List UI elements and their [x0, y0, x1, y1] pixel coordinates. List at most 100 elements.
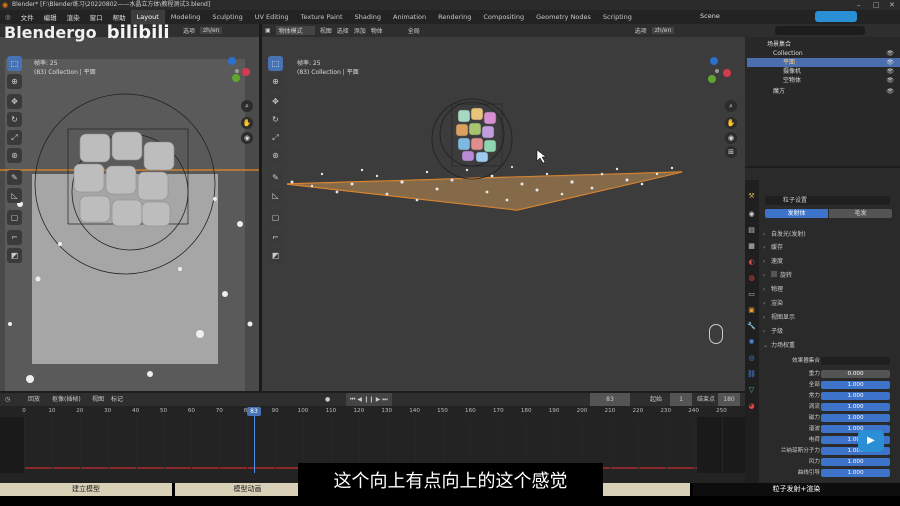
field-weight-value[interactable]: 1.000: [821, 381, 890, 389]
field-weight-value[interactable]: 1.000: [821, 469, 890, 477]
close-icon[interactable]: ✕: [889, 0, 895, 10]
select-box-tool[interactable]: ⬚: [268, 56, 283, 71]
tab-sculpting[interactable]: Sculpting: [206, 10, 248, 24]
right-viewport[interactable]: ▣ 物体模式 视图 选择 添加 物体 全局 选项 zh/en 帧率: 25 (8…: [262, 24, 745, 391]
zoom-icon[interactable]: ⌕: [725, 100, 737, 112]
data-tab-icon[interactable]: ▽: [747, 386, 756, 395]
extrude-tool[interactable]: ⌐: [268, 230, 283, 245]
visibility-icon[interactable]: 👁: [886, 49, 894, 58]
outliner-item-empty[interactable]: 空物体 👁: [747, 76, 900, 85]
navigation-gizmo[interactable]: [222, 56, 252, 86]
scene-tab-icon[interactable]: ◐: [747, 258, 756, 267]
outliner-item-cube[interactable]: 魔方 👁: [747, 87, 900, 96]
view-layer-tab-icon[interactable]: ▦: [747, 242, 756, 251]
pan-hand-icon[interactable]: ✋: [725, 117, 737, 129]
field-weight-value[interactable]: 1.000: [821, 414, 890, 422]
outliner-item-plane[interactable]: 平面 👁: [747, 58, 900, 67]
playback-controls[interactable]: ⏮ ◀ ❙❙ ▶ ⏭: [346, 393, 392, 406]
playhead-label[interactable]: 83: [247, 407, 261, 416]
tab-hair[interactable]: 毛发: [829, 209, 892, 218]
navigation-gizmo[interactable]: [702, 56, 732, 86]
outliner-item-scene-collection[interactable]: 场景集合: [747, 40, 900, 49]
extrude-tool[interactable]: ⌐: [7, 230, 22, 245]
section-physics[interactable]: › 物理: [763, 285, 893, 294]
camera-view-icon[interactable]: ◉: [241, 132, 253, 144]
record-icon[interactable]: ●: [325, 393, 330, 406]
add-cube-tool[interactable]: ▢: [7, 210, 22, 225]
material-tab-icon[interactable]: ◕: [747, 402, 756, 411]
scale-tool[interactable]: ⤢: [268, 130, 283, 145]
menu-keying[interactable]: 抠像(插帧): [52, 393, 81, 406]
section-rotation[interactable]: › 旋转: [763, 271, 893, 280]
zoom-icon[interactable]: ⌕: [241, 100, 253, 112]
grid-view-icon[interactable]: ⊞: [725, 146, 737, 158]
chapter-particles-render[interactable]: 粒子发射+渲染: [693, 483, 900, 496]
tab-modeling[interactable]: Modeling: [165, 10, 207, 24]
transform-tool[interactable]: ⊛: [268, 148, 283, 163]
cursor-tool[interactable]: ⊕: [268, 74, 283, 89]
visibility-icon[interactable]: 👁: [886, 76, 894, 85]
measure-tool[interactable]: ◺: [268, 188, 283, 203]
physics-tab-icon[interactable]: ◎: [747, 354, 756, 363]
tab-shading[interactable]: Shading: [349, 10, 387, 24]
tab-animation[interactable]: Animation: [387, 10, 432, 24]
timeline-editor-icon[interactable]: ◷: [5, 393, 10, 406]
rotation-checkbox[interactable]: [771, 271, 777, 277]
bilibili-tv-icon[interactable]: ▶: [858, 430, 884, 452]
menu-render[interactable]: 渲染: [62, 12, 85, 22]
scene-selector[interactable]: Scene: [700, 12, 720, 20]
visibility-icon[interactable]: 👁: [886, 58, 894, 67]
menu-playback[interactable]: 回放: [28, 393, 40, 406]
current-frame-field[interactable]: 83: [590, 393, 630, 406]
particle-settings-field[interactable]: 粒子设置: [765, 196, 890, 205]
effector-collection-field[interactable]: [821, 357, 890, 365]
constraints-tab-icon[interactable]: ⛓: [747, 370, 756, 379]
section-children[interactable]: › 子级: [763, 327, 893, 336]
rotate-tool[interactable]: ↻: [7, 112, 22, 127]
tab-scripting[interactable]: Scripting: [597, 10, 638, 24]
output-tab-icon[interactable]: ▤: [747, 226, 756, 235]
menu-file[interactable]: 文件: [16, 12, 39, 22]
select-box-tool[interactable]: ⬚: [7, 56, 22, 71]
menu-marker[interactable]: 标记: [111, 393, 123, 406]
camera-view-icon[interactable]: ◉: [725, 132, 737, 144]
world-tab-icon[interactable]: ◍: [747, 274, 756, 283]
modifier-tab-icon[interactable]: 🔧: [747, 322, 756, 331]
field-weight-value[interactable]: 1.000: [821, 403, 890, 411]
rotate-tool[interactable]: ↻: [268, 112, 283, 127]
field-weight-value[interactable]: 0.000: [821, 370, 890, 378]
render-tab-icon[interactable]: ◉: [747, 210, 756, 219]
outliner-search-input[interactable]: [775, 26, 865, 35]
left-viewport[interactable]: 选项 zh/en 帧率: 25 (83) Collection | 平面 ⬚ ⊕…: [0, 24, 259, 391]
tab-rendering[interactable]: Rendering: [432, 10, 477, 24]
measure-tool[interactable]: ◺: [7, 188, 22, 203]
inset-tool[interactable]: ◩: [268, 248, 283, 263]
maximize-icon[interactable]: □: [873, 0, 880, 10]
pan-hand-icon[interactable]: ✋: [241, 117, 253, 129]
section-emission[interactable]: › 自发光(发射): [763, 230, 893, 239]
section-cache[interactable]: › 缓存: [763, 243, 893, 252]
start-frame-field[interactable]: 1: [670, 393, 692, 406]
field-weight-value[interactable]: 1.000: [821, 392, 890, 400]
add-cube-tool[interactable]: ▢: [268, 210, 283, 225]
tab-emitter[interactable]: 发射体: [765, 209, 828, 218]
blender-menu-icon[interactable]: ◎: [0, 13, 16, 21]
tab-uv-editing[interactable]: UV Editing: [249, 10, 295, 24]
bilibili-follow-badge[interactable]: [815, 11, 857, 22]
tool-tab-icon[interactable]: ⚒: [747, 192, 756, 201]
end-frame-field[interactable]: 180: [718, 393, 740, 406]
minimize-icon[interactable]: –: [857, 0, 861, 10]
move-tool[interactable]: ✥: [268, 94, 283, 109]
section-render[interactable]: › 渲染: [763, 299, 893, 308]
menu-help[interactable]: 帮助: [108, 12, 131, 22]
outliner-item-collection[interactable]: Collection 👁: [747, 49, 900, 58]
cursor-tool[interactable]: ⊕: [7, 74, 22, 89]
chapter-build-model[interactable]: 建立模型: [0, 483, 172, 496]
move-tool[interactable]: ✥: [7, 94, 22, 109]
visibility-icon[interactable]: 👁: [886, 67, 894, 76]
section-viewport-display[interactable]: › 视图显示: [763, 313, 893, 322]
section-velocity[interactable]: › 速度: [763, 257, 893, 266]
menu-window[interactable]: 窗口: [85, 12, 108, 22]
tab-texture-paint[interactable]: Texture Paint: [295, 10, 349, 24]
menu-edit[interactable]: 编辑: [39, 12, 62, 22]
